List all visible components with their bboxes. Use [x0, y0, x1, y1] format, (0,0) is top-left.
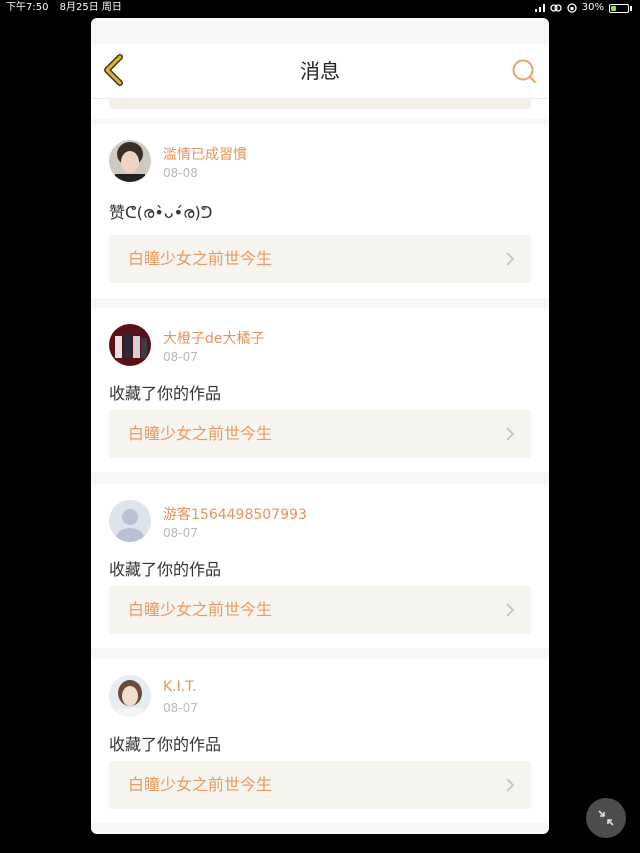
avatar[interactable]	[109, 140, 151, 182]
username[interactable]: 游客1564498507993	[163, 504, 307, 524]
chevron-right-icon	[506, 252, 515, 266]
message-date: 08-07	[163, 350, 198, 364]
message-text: 赞ᕦ(ര•̀ᴗ•́ര)ᕤ	[109, 203, 213, 222]
username[interactable]: 大橙子de大橘子	[163, 328, 265, 348]
avatar[interactable]	[109, 675, 151, 717]
username[interactable]: 滥情已成習慣	[163, 144, 247, 164]
work-title: 白瞳少女之前世今生	[128, 249, 273, 268]
message-date: 08-07	[163, 701, 198, 715]
minimize-button[interactable]	[586, 798, 626, 838]
work-link[interactable]: 白瞳少女之前世今生	[109, 761, 531, 809]
work-title: 白瞳少女之前世今生	[128, 600, 273, 619]
message-card: 游客1564498507993 08-07 收藏了你的作品 白瞳少女之前世今生	[91, 484, 549, 648]
message-text: 收藏了你的作品	[109, 560, 222, 579]
message-text: 收藏了你的作品	[109, 384, 222, 403]
battery-tip	[630, 5, 632, 11]
battery-percent: 30%	[581, 2, 604, 13]
work-link[interactable]: 白瞳少女之前世今生	[109, 410, 531, 458]
app-window: 消息 滥情已成習慣 08-08 赞ᕦ(ര•̀ᴗ•́ര)ᕤ 白瞳少女之前世今生 大…	[91, 18, 549, 834]
avatar[interactable]	[109, 324, 151, 366]
message-text: 收藏了你的作品	[109, 735, 222, 754]
username[interactable]: K.I.T.	[163, 679, 197, 695]
minimize-icon	[598, 810, 614, 826]
chevron-right-icon	[506, 603, 515, 617]
message-date: 08-07	[163, 526, 198, 540]
message-card: 滥情已成習慣 08-08 赞ᕦ(ര•̀ᴗ•́ര)ᕤ 白瞳少女之前世今生	[91, 124, 549, 298]
link-icon	[550, 4, 562, 12]
chevron-right-icon	[506, 778, 515, 792]
orientation-lock-icon	[567, 3, 577, 13]
message-date: 08-08	[163, 166, 198, 180]
page-title: 消息	[300, 59, 340, 83]
avatar[interactable]	[109, 500, 151, 542]
work-title: 白瞳少女之前世今生	[128, 424, 273, 443]
work-link[interactable]: 白瞳少女之前世今生	[109, 586, 531, 634]
message-card: 大橙子de大橘子 08-07 收藏了你的作品 白瞳少女之前世今生	[91, 308, 549, 472]
status-time: 下午7:50	[6, 2, 49, 13]
previous-card-fragment	[91, 99, 549, 119]
signal-icon	[534, 4, 545, 12]
work-link[interactable]: 白瞳少女之前世今生	[109, 235, 531, 283]
battery-icon	[609, 3, 629, 13]
chevron-right-icon	[506, 427, 515, 441]
status-date: 8月25日 周日	[59, 2, 122, 13]
message-card: K.I.T. 08-07 收藏了你的作品 白瞳少女之前世今生	[91, 659, 549, 823]
work-title: 白瞳少女之前世今生	[128, 775, 273, 794]
nav-bar: 消息	[91, 44, 549, 99]
search-icon[interactable]	[511, 58, 537, 84]
status-bar: 下午7:50 8月25日 周日 30%	[0, 0, 640, 16]
